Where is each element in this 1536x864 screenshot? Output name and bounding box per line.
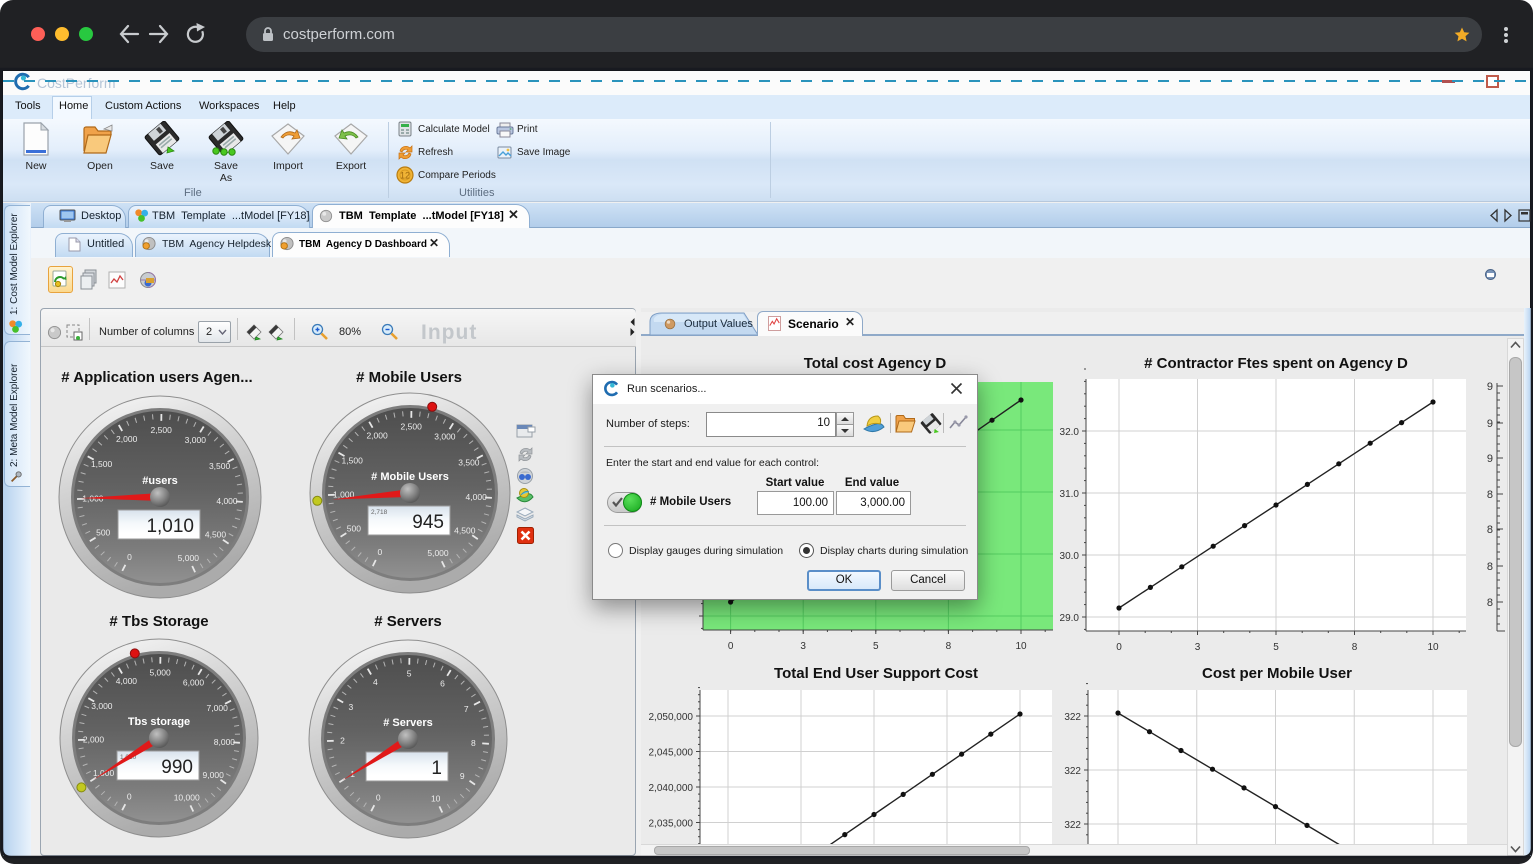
svg-text:2,045,000: 2,045,000 xyxy=(649,748,694,759)
svg-text:2,040,000: 2,040,000 xyxy=(649,783,694,794)
svg-text:322: 322 xyxy=(1064,712,1081,723)
svg-text:8: 8 xyxy=(1487,561,1493,573)
svg-text:10: 10 xyxy=(1427,642,1439,653)
svg-text:3: 3 xyxy=(800,641,806,652)
svg-text:0: 0 xyxy=(1116,642,1122,653)
svg-text:2,050,000: 2,050,000 xyxy=(649,712,694,723)
svg-text:10: 10 xyxy=(1015,641,1027,652)
svg-text:29.0: 29.0 xyxy=(1060,613,1080,624)
svg-text:8: 8 xyxy=(946,641,952,652)
svg-text:322: 322 xyxy=(1064,820,1081,831)
svg-text:9: 9 xyxy=(1487,381,1493,393)
svg-text:9: 9 xyxy=(1487,453,1493,465)
svg-text:0: 0 xyxy=(728,641,734,652)
svg-text:8: 8 xyxy=(1352,642,1358,653)
svg-text:8: 8 xyxy=(1487,524,1493,536)
svg-text:8: 8 xyxy=(1487,597,1493,609)
svg-text:2,035,000: 2,035,000 xyxy=(649,819,694,830)
svg-text:322: 322 xyxy=(1064,766,1081,777)
svg-text:5: 5 xyxy=(1273,642,1279,653)
svg-text:9: 9 xyxy=(1487,418,1493,430)
svg-text:3: 3 xyxy=(1195,642,1201,653)
svg-text:8: 8 xyxy=(1487,489,1493,501)
svg-text:30.0: 30.0 xyxy=(1060,551,1080,562)
svg-text:5: 5 xyxy=(873,641,879,652)
svg-text:31.0: 31.0 xyxy=(1060,489,1080,500)
svg-text:32.0: 32.0 xyxy=(1060,427,1080,438)
